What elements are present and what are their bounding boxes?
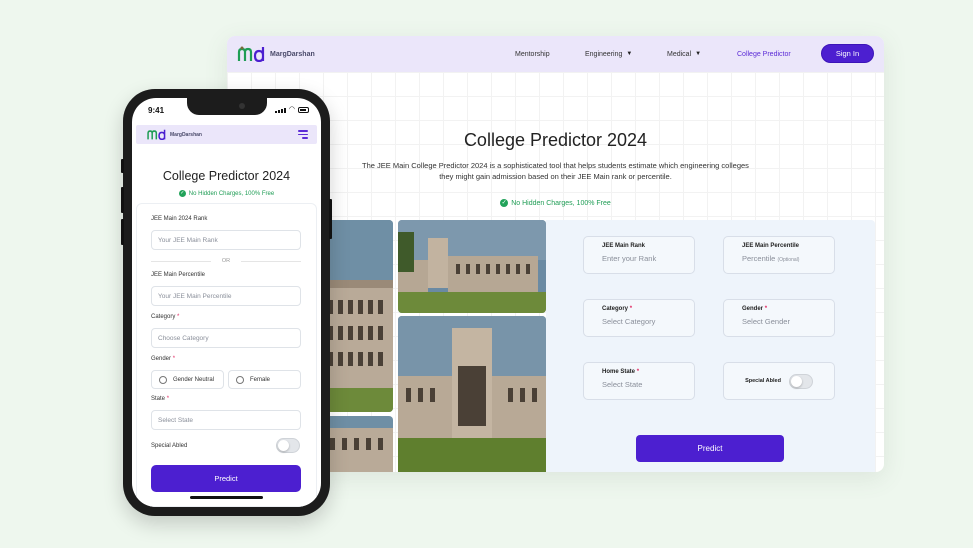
gender-label: Gender [742,306,764,312]
category-placeholder: Select Category [602,317,656,326]
page-description: The JEE Main College Predictor 2024 is a… [362,161,749,181]
campus-photo [322,416,393,472]
check-circle-icon: ✓ [178,190,186,197]
required-mark: * [636,369,640,375]
gender-label-text: Gender [151,356,172,362]
status-icons: ◠ [274,106,309,113]
phone-screen: 9:41 ◠ MargDarshan College Predictor 202… [132,98,321,507]
percentile-field[interactable]: JEE Main Percentile Percentile (Optional… [723,236,835,274]
special-abled-label: Special Abled [745,378,781,384]
campus-photo [322,220,393,412]
nav-engineering[interactable]: Engineering ▼ [585,51,632,58]
percentile-placeholder: Percentile [742,254,776,263]
home-indicator [190,496,263,499]
home-state-field[interactable]: Home State * Select State [583,362,695,400]
campus-building-image [322,416,393,472]
gender-option-female[interactable]: Female [228,370,301,389]
rank-label: JEE Main Rank [602,243,646,249]
wifi-icon: ◠ [288,106,295,113]
desktop-navbar: MargDarshan Mentorship Engineering ▼ Med… [227,36,884,72]
gender-field[interactable]: Gender * Select Gender [723,299,835,337]
status-time: 9:41 [148,106,165,115]
special-abled-label: Special Abled [151,443,188,449]
hamburger-menu-icon[interactable] [298,130,308,141]
required-mark: * [629,306,633,312]
required-mark: * [172,356,176,362]
predict-button[interactable]: Predict [151,465,301,492]
percentile-input[interactable]: Your JEE Main Percentile [151,286,301,306]
phone-mockup: 9:41 ◠ MargDarshan College Predictor 202… [121,89,332,516]
required-mark: * [166,396,170,402]
required-mark: * [177,314,180,320]
margdarshan-logo-icon [237,46,265,62]
state-label-text: State [151,396,166,402]
camera-icon [239,103,245,109]
gender-label: Gender * [151,356,175,362]
gender-option-neutral[interactable]: Gender Neutral [151,370,224,389]
predict-button[interactable]: Predict [636,435,784,462]
sign-in-button[interactable]: Sign In [821,44,874,63]
phone-side-button [121,219,124,245]
rank-field[interactable]: JEE Main Rank Enter your Rank [583,236,695,274]
category-label-text: Category [151,314,176,320]
nav-medical[interactable]: Medical ▼ [667,51,701,58]
campus-building-image [398,220,546,313]
rank-placeholder: Enter your Rank [602,254,657,263]
radio-icon [236,375,244,384]
percentile-label: JEE Main Percentile [742,243,800,249]
campus-photo [398,220,546,313]
rank-label: JEE Main 2024 Rank [151,216,208,222]
nav-engineering-label: Engineering [585,50,623,58]
optional-hint: (Optional) [777,257,800,263]
special-abled-field: Special Abled [723,362,835,400]
brand-name: MargDarshan [270,50,315,58]
special-abled-toggle[interactable] [276,438,300,453]
phone-side-button [121,187,124,213]
phone-notch [187,98,267,115]
brand-logo[interactable]: MargDarshan [237,46,315,62]
required-mark: * [764,306,768,312]
page-title: College Predictor 2024 [162,169,291,183]
free-note: ✓ No Hidden Charges, 100% Free [132,190,321,197]
home-state-placeholder: Select State [602,380,643,389]
gender-placeholder: Select Gender [742,317,790,326]
brand-name: MargDarshan [170,131,202,138]
phone-side-button [121,159,124,173]
predictor-form: JEE Main Rank Enter your Rank JEE Main P… [546,220,875,472]
special-abled-toggle[interactable] [788,373,813,389]
nav-mentorship[interactable]: Mentorship [515,51,550,58]
campus-building-image [398,316,546,472]
gender-option-label: Gender Neutral [173,376,215,383]
caret-down-icon: ▼ [626,51,633,57]
nav-college-predictor[interactable]: College Predictor [737,51,791,58]
phone-navbar: MargDarshan [136,125,317,144]
percentile-label: JEE Main Percentile [151,272,206,278]
rank-input[interactable]: Your JEE Main Rank [151,230,301,250]
state-select[interactable]: Select State [151,410,301,430]
signal-icon [274,108,286,113]
nav-medical-label: Medical [667,50,692,58]
margdarshan-logo-icon [147,129,166,140]
category-field[interactable]: Category * Select Category [583,299,695,337]
brand-logo[interactable]: MargDarshan [146,129,202,140]
home-state-label: Home State [602,369,636,375]
phone-side-button [329,199,332,239]
battery-icon [298,107,309,113]
category-label: Category * [151,314,179,320]
free-note-text: No Hidden Charges, 100% Free [188,191,275,198]
caret-down-icon: ▼ [695,51,702,57]
category-select[interactable]: Choose Category [151,328,301,348]
category-label: Category [602,306,629,312]
campus-building-image [322,220,393,412]
or-divider: OR [151,258,301,264]
gender-option-label: Female [250,376,271,383]
state-label: State * [151,396,169,402]
check-circle-icon: ✓ [500,199,509,207]
free-note-text: No Hidden Charges, 100% Free [511,199,611,207]
campus-photo [398,316,546,472]
radio-icon [159,375,167,384]
